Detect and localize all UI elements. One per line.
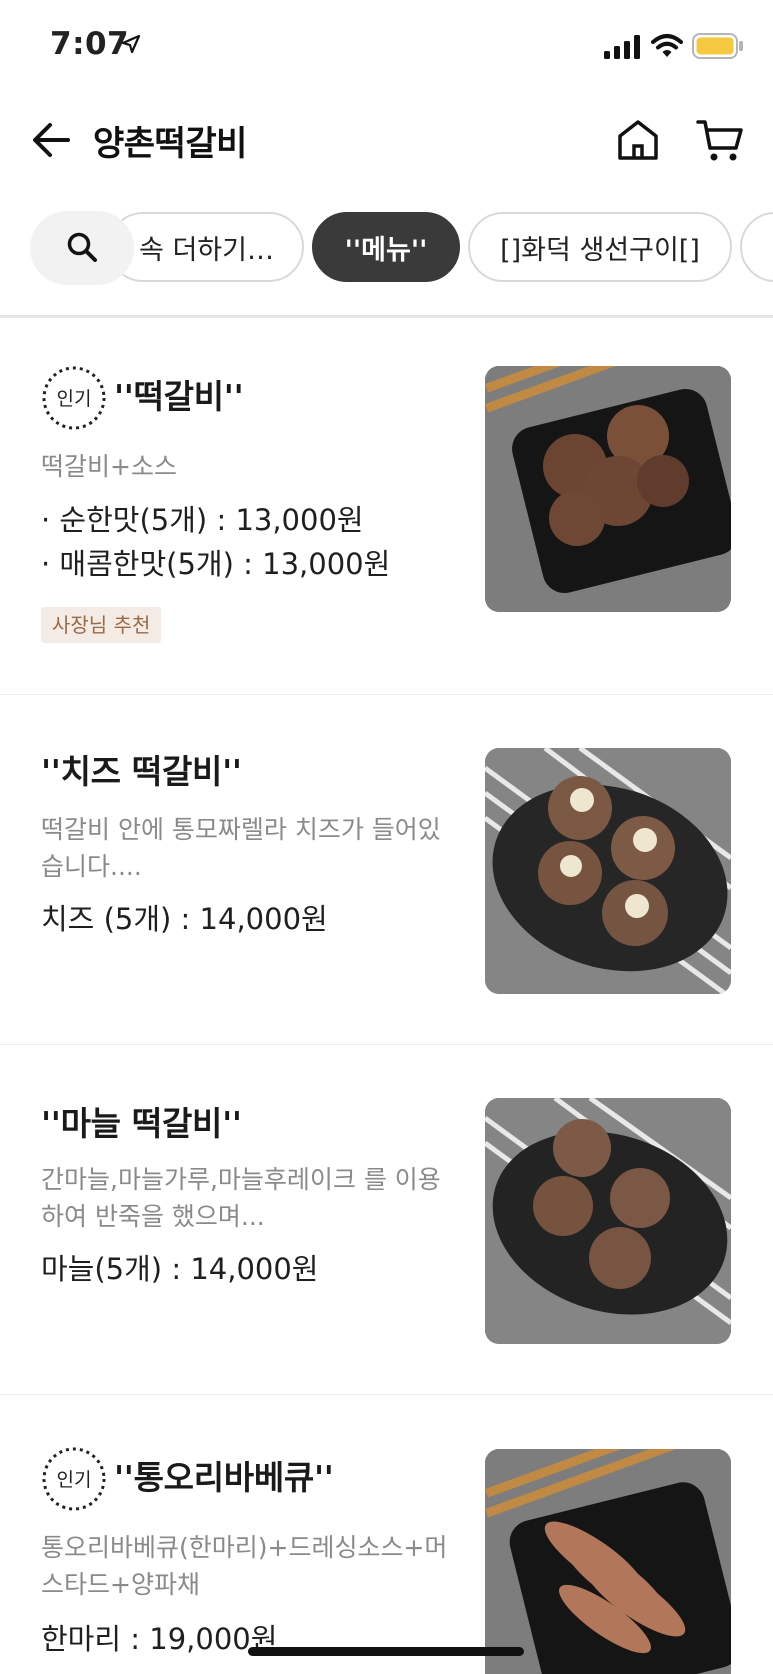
menu-item-price: 마늘(5개) : 14,000원	[41, 1252, 319, 1286]
home-indicator	[248, 1647, 524, 1656]
menu-item-price: · 매콤한맛(5개) : 13,000원	[41, 547, 391, 581]
status-bar: 7:07	[0, 0, 773, 96]
menu-item-description: 떡갈비+소스	[41, 452, 177, 481]
recommend-badge: 사장님 추천	[41, 607, 162, 643]
menu-item-garlic-tteokgalbi[interactable]: ''마늘 떡갈비'' 간마늘,마늘가루,마늘후레이크 를 이용하여 반죽을 했으…	[0, 1045, 773, 1394]
menu-item-price: 한마리 : 19,000원	[41, 1622, 278, 1656]
popular-badge-icon: 인기	[42, 366, 106, 430]
arrow-left-icon	[33, 123, 70, 157]
popular-badge-icon: 인기	[42, 1447, 106, 1511]
tab-next-category[interactable]: "	[740, 212, 773, 282]
menu-item-cheese-tteokgalbi[interactable]: ''치즈 떡갈비'' 떡갈비 안에 통모짜렐라 치즈가 들어있습니다.... 치…	[0, 695, 773, 1044]
category-tab-bar: 속 더하기… ''메뉴'' []화덕 생선구이[] "	[0, 206, 773, 286]
menu-item-image	[485, 366, 731, 612]
tab-menu[interactable]: ''메뉴''	[312, 212, 460, 282]
cellular-signal-icon	[604, 35, 640, 59]
menu-item-name: ''떡갈비''	[114, 377, 244, 416]
page-title: 양촌떡갈비	[93, 124, 247, 164]
battery-icon	[692, 33, 743, 59]
menu-item-image	[485, 748, 731, 994]
menu-item-description: 통오리바베큐(한마리)+드레싱소스+머스타드+양파채	[41, 1533, 448, 1599]
menu-item-name: ''치즈 떡갈비''	[41, 752, 242, 791]
menu-item-name: ''마늘 떡갈비''	[41, 1104, 242, 1143]
back-button[interactable]	[30, 118, 74, 162]
popular-badge-label: 인기	[57, 1469, 92, 1491]
menu-item-tteokgalbi[interactable]: 인기 ''떡갈비'' 떡갈비+소스 · 순한맛(5개) : 13,000원 · …	[0, 318, 773, 694]
home-icon	[618, 120, 658, 160]
menu-item-description: 간마늘,마늘가루,마늘후레이크 를 이용하여 반죽을 했으며...	[41, 1165, 441, 1231]
menu-item-name: ''통오리바베큐''	[114, 1458, 334, 1497]
menu-item-image	[485, 1098, 731, 1344]
cart-button[interactable]	[695, 116, 745, 164]
tab-extra-ingredients[interactable]: 속 더하기…	[108, 212, 304, 282]
menu-item-image	[485, 1449, 731, 1674]
popular-badge-label: 인기	[57, 388, 92, 410]
menu-item-duck-barbecue[interactable]: 인기 ''통오리바베큐'' 통오리바베큐(한마리)+드레싱소스+머스타드+양파채…	[0, 1395, 773, 1674]
home-button[interactable]	[614, 116, 662, 164]
wifi-icon	[651, 34, 683, 57]
tab-grilled-fish[interactable]: []화덕 생선구이[]	[468, 212, 732, 282]
search-icon	[67, 232, 97, 262]
menu-item-price: 치즈 (5개) : 14,000원	[41, 902, 328, 936]
menu-item-description: 떡갈비 안에 통모짜렐라 치즈가 들어있습니다....	[41, 815, 441, 881]
menu-item-price: · 순한맛(5개) : 13,000원	[41, 503, 364, 537]
location-arrow-icon	[121, 34, 141, 54]
menu-search-button[interactable]	[30, 211, 134, 285]
cart-icon	[696, 120, 743, 161]
status-time: 7:07	[50, 26, 130, 62]
top-navigation-bar: 양촌떡갈비	[0, 96, 773, 186]
